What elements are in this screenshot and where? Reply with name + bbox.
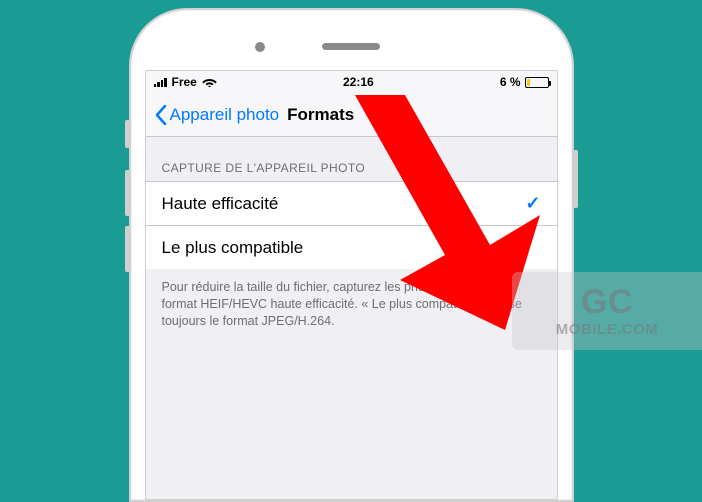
earpiece-speaker (322, 43, 380, 50)
phone-frame: Free 22:16 6 % Appareil photo Formats CA… (129, 8, 574, 502)
page-title: Formats (287, 105, 354, 125)
section-footer: Pour réduire la taille du fichier, captu… (146, 269, 557, 340)
option-high-efficiency[interactable]: Haute efficacité ✓ (146, 181, 557, 225)
back-button[interactable]: Appareil photo (154, 105, 280, 125)
power-button (573, 150, 578, 208)
chevron-left-icon (154, 105, 168, 125)
watermark: GC MOBILE.COM (512, 272, 702, 350)
clock: 22:16 (343, 75, 374, 89)
back-label: Appareil photo (170, 105, 280, 125)
nav-bar: Appareil photo Formats (146, 93, 557, 137)
phone-top-hardware (145, 24, 558, 70)
option-most-compatible[interactable]: Le plus compatible (146, 225, 557, 269)
volume-up-button (125, 170, 130, 216)
signal-icon (154, 77, 167, 87)
wifi-icon (202, 76, 217, 89)
screen: Free 22:16 6 % Appareil photo Formats CA… (145, 70, 558, 500)
watermark-line1: GC (581, 285, 633, 319)
option-label: Haute efficacité (162, 194, 279, 214)
battery-percent: 6 % (500, 75, 521, 89)
mute-switch (125, 120, 130, 148)
watermark-line2: MOBILE.COM (556, 321, 659, 338)
battery-icon (525, 77, 549, 88)
volume-down-button (125, 226, 130, 272)
option-label: Le plus compatible (162, 238, 304, 258)
checkmark-icon: ✓ (525, 193, 540, 214)
status-bar: Free 22:16 6 % (146, 71, 557, 93)
carrier-label: Free (172, 75, 197, 89)
front-camera (255, 42, 265, 52)
section-header: CAPTURE DE L'APPAREIL PHOTO (146, 137, 557, 181)
